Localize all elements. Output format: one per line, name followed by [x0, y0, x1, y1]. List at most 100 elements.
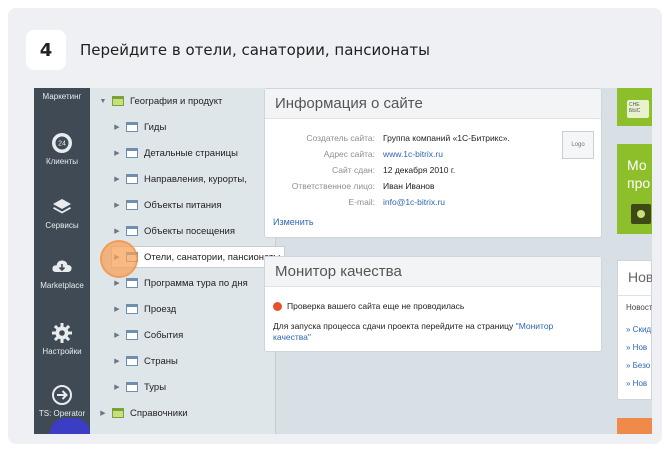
- news-panel: Нов Новост » Скид » Нов » Безо » Нов: [617, 260, 652, 400]
- dot-icon: [637, 210, 645, 218]
- promo-banner-top[interactable]: СНЕ БЫС: [617, 88, 652, 126]
- tree-item-label: Объекты посещения: [144, 225, 235, 237]
- nav-item-label: TS: Operator: [38, 409, 86, 418]
- step-instruction: Перейдите в отели, санатории, пансионаты: [80, 41, 430, 59]
- section-icon: [126, 278, 138, 288]
- tree-item-label: Направления, курорты,: [144, 173, 247, 185]
- warning-text: Проверка вашего сайта еще не проводилась: [287, 301, 465, 311]
- nav-item-ts-operator[interactable]: TS: Operator: [34, 384, 90, 418]
- promo-banner-mid[interactable]: Мо про: [617, 144, 652, 234]
- news-item[interactable]: » Нов: [626, 343, 647, 352]
- site-url-link[interactable]: www.1c-bitrix.ru: [383, 149, 443, 159]
- info-label: Адрес сайта:: [323, 149, 375, 159]
- nav-item-label: Marketplace: [40, 281, 84, 290]
- site-info-panel: Информация о сайте Создатель сайта: Груп…: [264, 88, 602, 238]
- news-title: Нов: [628, 269, 652, 285]
- tree-item-label: Проезд: [144, 303, 177, 315]
- tree-item[interactable]: ▶ Объекты питания: [112, 195, 221, 215]
- section-icon: [126, 304, 138, 314]
- tree-item-label: Отели, санатории, пансионаты: [144, 251, 281, 263]
- nav-item-label: Настройки: [42, 347, 82, 356]
- section-icon: [126, 356, 138, 366]
- tree-item[interactable]: ▶ Программа тура по дня: [112, 273, 248, 293]
- hint-text: Для запуска процесса сдачи проекта перей…: [273, 321, 516, 331]
- promo-top-text: СНЕ БЫС: [627, 100, 649, 118]
- nav-item-label: Клиенты: [45, 157, 79, 166]
- monitor-warning: Проверка вашего сайта еще не проводилась: [273, 301, 464, 311]
- site-logo: Logo: [562, 131, 594, 159]
- tree-item[interactable]: ▶ Туры: [112, 377, 166, 397]
- gear-icon: [52, 323, 72, 343]
- quality-monitor-panel: Монитор качества Проверка вашего сайта е…: [264, 256, 602, 352]
- section-icon: [126, 226, 138, 236]
- info-label: Создатель сайта:: [306, 133, 375, 143]
- expanded-arrow-icon: ▼: [99, 97, 107, 105]
- monitor-hint: Для запуска процесса сдачи проекта перей…: [273, 321, 583, 343]
- step-card: 4 Перейдите в отели, санатории, пансиона…: [8, 8, 662, 444]
- step-number: 4: [26, 30, 66, 70]
- tree-item-label: Детальные страницы: [144, 147, 238, 159]
- tree-root[interactable]: ▼ География и продукт: [98, 91, 223, 111]
- chat-bubble[interactable]: [50, 418, 90, 434]
- info-label: Ответственное лицо:: [291, 181, 375, 191]
- info-label: Сайт сдан:: [332, 165, 375, 175]
- tree-footer[interactable]: ▶ Справочники: [98, 403, 188, 423]
- tree-item-label: Страны: [144, 355, 178, 367]
- collapsed-arrow-icon: ▶: [114, 228, 120, 235]
- collapsed-arrow-icon: ▶: [114, 280, 120, 287]
- nav-item-services[interactable]: Сервисы: [34, 196, 90, 230]
- admin-sidebar: Маркетинг 24 Клиенты Сервисы Marketplace…: [34, 88, 90, 434]
- info-label: E-mail:: [348, 197, 375, 207]
- info-value: 12 декабря 2010 г.: [383, 165, 456, 175]
- nav-item-settings[interactable]: Настройки: [34, 322, 90, 356]
- section-icon: [126, 122, 138, 132]
- orange-banner[interactable]: [617, 418, 652, 434]
- tree-root-label: География и продукт: [130, 95, 223, 107]
- tree-item[interactable]: ▶ Проезд: [112, 299, 176, 319]
- tree-item[interactable]: ▶ Детальные страницы: [112, 143, 238, 163]
- promo-button[interactable]: [631, 204, 651, 224]
- collapsed-arrow-icon: ▶: [114, 176, 120, 183]
- cloud-download-icon: [52, 260, 72, 272]
- nav-item-label: Маркетинг: [42, 92, 82, 101]
- collapsed-arrow-icon: ▶: [114, 306, 120, 313]
- collapsed-arrow-icon: ▶: [114, 332, 120, 339]
- tree-item[interactable]: ▶ Объекты посещения: [112, 221, 235, 241]
- section-icon: [126, 174, 138, 184]
- promo-mid-text: Мо про: [627, 157, 651, 191]
- quality-monitor-title: Монитор качества: [265, 257, 601, 287]
- nav-item-marketplace[interactable]: Marketplace: [34, 256, 90, 290]
- collapsed-arrow-icon: ▶: [114, 358, 120, 365]
- nav-item-label: Сервисы: [45, 221, 79, 230]
- collapsed-arrow-icon: ▶: [114, 202, 120, 209]
- news-item[interactable]: » Скид: [626, 325, 651, 334]
- email-link[interactable]: info@1c-bitrix.ru: [383, 197, 445, 207]
- collapsed-arrow-icon: ▶: [114, 150, 120, 157]
- tree-item[interactable]: ▶ Гиды: [112, 117, 166, 137]
- info-value: Группа компаний «1С-Битрикс».: [383, 133, 510, 143]
- collapsed-arrow-icon: ▶: [114, 384, 120, 391]
- arrow-right-circle-icon: [52, 385, 72, 405]
- collapsed-arrow-icon: ▶: [100, 410, 106, 417]
- section-icon: [126, 382, 138, 392]
- clients-badge: 24: [58, 141, 66, 148]
- nav-item-marketing[interactable]: Маркетинг: [34, 92, 90, 101]
- collapsed-arrow-icon: ▶: [114, 124, 120, 131]
- news-item[interactable]: » Нов: [626, 379, 647, 388]
- layers-icon: [53, 199, 71, 214]
- edit-link[interactable]: Изменить: [273, 217, 314, 227]
- nav-item-clients[interactable]: 24 Клиенты: [34, 132, 90, 166]
- folder-icon: [112, 96, 124, 106]
- news-item[interactable]: » Безо: [626, 361, 650, 370]
- clients-icon: 24: [52, 133, 72, 153]
- warning-icon: [273, 301, 282, 311]
- tree-item-label: Программа тура по дня: [144, 277, 248, 289]
- step-header: 4 Перейдите в отели, санатории, пансиона…: [26, 30, 430, 70]
- tree-item-label: Туры: [144, 381, 167, 393]
- tree-footer-label: Справочники: [130, 407, 188, 419]
- tree-item[interactable]: ▶ Страны: [112, 351, 178, 371]
- tree-item[interactable]: ▶ События: [112, 325, 183, 345]
- section-icon: [126, 200, 138, 210]
- tree-item[interactable]: ▶ Направления, курорты,: [112, 169, 247, 189]
- section-icon: [126, 330, 138, 340]
